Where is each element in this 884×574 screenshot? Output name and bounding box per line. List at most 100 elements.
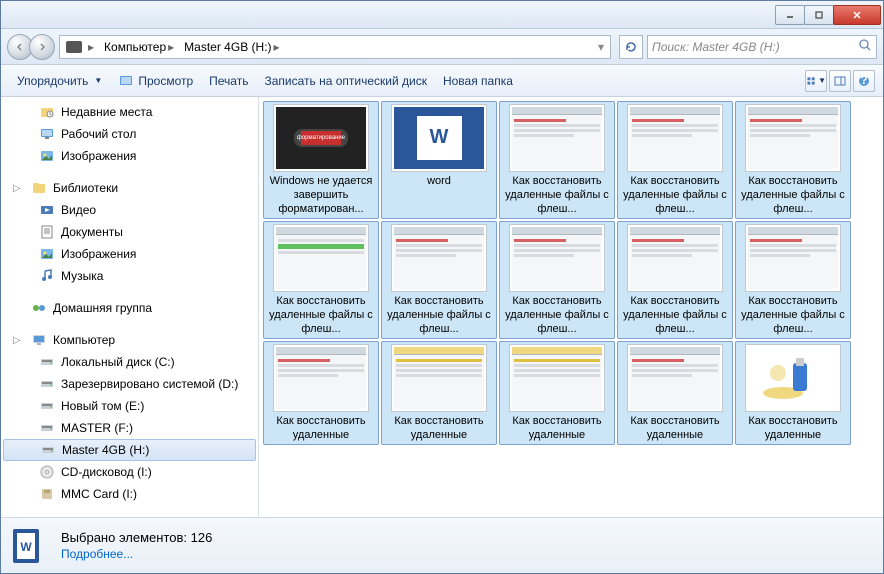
file-thumbnail [391,224,487,292]
hdd-icon [39,354,55,370]
file-thumbnail [509,104,605,172]
file-item[interactable]: Как восстановить удаленные [381,341,497,445]
search-icon [858,38,872,55]
close-button[interactable] [833,5,881,25]
file-thumbnail [509,224,605,292]
desktop-icon [39,126,55,142]
breadcrumb[interactable]: ▸ Компьютер▸ Master 4GB (H:)▸ ▾ [59,35,611,59]
file-thumbnail [745,224,841,292]
toolbar: Упорядочить▼ Просмотр Печать Записать на… [1,65,883,97]
docs-icon [39,224,55,240]
view-button[interactable]: ▼ [805,70,827,92]
breadcrumb-drive[interactable]: Master 4GB (H:)▸ [180,36,285,58]
details-more-link[interactable]: Подробнее... [61,547,212,561]
recent-icon [39,104,55,120]
drive-icon [66,41,82,53]
sidebar-drive-item[interactable]: Новый том (E:) [1,395,258,417]
help-button[interactable]: ? [853,70,875,92]
word-icon: W [9,525,51,567]
file-thumbnail [745,344,841,412]
navbar: ▸ Компьютер▸ Master 4GB (H:)▸ ▾ Поиск: M… [1,29,883,65]
file-item[interactable]: Как восстановить удаленные файлы с флеш.… [499,101,615,219]
file-item[interactable]: Как восстановить удаленные файлы с флеш.… [735,221,851,339]
search-placeholder: Поиск: Master 4GB (H:) [652,40,780,54]
svg-text:?: ? [860,74,867,87]
sidebar-item[interactable]: Документы [1,221,258,243]
preview-pane-button[interactable] [829,70,851,92]
dropdown-icon[interactable]: ▾ [594,40,608,54]
hdd-icon [39,420,55,436]
maximize-button[interactable] [804,5,834,25]
breadcrumb-root[interactable]: ▸ [62,36,100,58]
file-item[interactable]: Как восстановить удаленные файлы с флеш.… [735,101,851,219]
file-label: Как восстановить удаленные файлы с флеш.… [620,294,730,336]
hdd-icon [39,376,55,392]
details-pane: W Выбрано элементов: 126 Подробнее... [1,517,883,573]
file-thumbnail [745,104,841,172]
file-thumbnail [627,344,723,412]
minimize-button[interactable] [775,5,805,25]
details-title: Выбрано элементов: 126 [61,530,212,545]
sidebar-item[interactable]: Видео [1,199,258,221]
file-label: Как восстановить удаленные [384,414,494,442]
file-item[interactable]: Как восстановить удаленные файлы с флеш.… [499,221,615,339]
file-item[interactable]: Как восстановить удаленные файлы с флеш.… [263,221,379,339]
file-label: Как восстановить удаленные файлы с флеш.… [738,174,848,216]
file-label: Как восстановить удаленные файлы с флеш.… [384,294,494,336]
cd-icon [39,464,55,480]
sidebar-homegroup[interactable]: Домашняя группа [1,297,258,319]
file-label: Как восстановить удаленные файлы с флеш.… [266,294,376,336]
preview-button[interactable]: Просмотр [110,69,201,93]
refresh-button[interactable] [619,35,643,59]
file-label: word [425,174,453,188]
hdd-icon [39,398,55,414]
file-label: Как восстановить удаленные файлы с флеш.… [738,294,848,336]
forward-button[interactable] [29,34,55,60]
mmc-icon [39,486,55,502]
sidebar: Недавние местаРабочий столИзображения ▷Б… [1,97,259,517]
file-label: Как восстановить удаленные [738,414,848,442]
file-item[interactable]: Как восстановить удаленные [617,341,733,445]
sidebar-drive-item[interactable]: MASTER (F:) [1,417,258,439]
file-label: Как восстановить удаленные [620,414,730,442]
file-label: Как восстановить удаленные [266,414,376,442]
organize-button[interactable]: Упорядочить▼ [9,70,110,92]
sidebar-item[interactable]: Музыка [1,265,258,287]
sidebar-drive-item[interactable]: Зарезервировано системой (D:) [1,373,258,395]
sidebar-drive-item[interactable]: Master 4GB (H:) [3,439,256,461]
sidebar-item[interactable]: Недавние места [1,101,258,123]
file-thumbnail [273,344,369,412]
sidebar-drive-item[interactable]: CD-дисковод (I:) [1,461,258,483]
file-thumbnail [509,344,605,412]
file-label: Как восстановить удаленные файлы с флеш.… [502,294,612,336]
file-thumbnail [391,344,487,412]
sidebar-item[interactable]: Рабочий стол [1,123,258,145]
file-label: Как восстановить удаленные [502,414,612,442]
pictures-icon [39,148,55,164]
search-input[interactable]: Поиск: Master 4GB (H:) [647,35,877,59]
burn-button[interactable]: Записать на оптический диск [256,70,435,92]
file-label: Windows не удается завершить форматирова… [266,174,376,216]
sidebar-item[interactable]: Изображения [1,145,258,167]
sidebar-drive-item[interactable]: MMC Card (I:) [1,483,258,505]
titlebar [1,1,883,29]
file-item[interactable]: форматированиеWindows не удается заверши… [263,101,379,219]
sidebar-libraries[interactable]: ▷Библиотеки [1,177,258,199]
file-item[interactable]: Как восстановить удаленные [735,341,851,445]
breadcrumb-computer[interactable]: Компьютер▸ [100,36,180,58]
file-item[interactable]: Как восстановить удаленные файлы с флеш.… [617,101,733,219]
file-item[interactable]: Wword [381,101,497,219]
sidebar-item[interactable]: Изображения [1,243,258,265]
file-item[interactable]: Как восстановить удаленные файлы с флеш.… [617,221,733,339]
sidebar-computer[interactable]: ▷Компьютер [1,329,258,351]
content-area: Недавние местаРабочий столИзображения ▷Б… [1,97,883,517]
file-item[interactable]: Как восстановить удаленные [499,341,615,445]
sidebar-drive-item[interactable]: Локальный диск (C:) [1,351,258,373]
file-label: Как восстановить удаленные файлы с флеш.… [502,174,612,216]
print-button[interactable]: Печать [201,70,256,92]
file-item[interactable]: Как восстановить удаленные файлы с флеш.… [381,221,497,339]
file-label: Как восстановить удаленные файлы с флеш.… [620,174,730,216]
newfolder-button[interactable]: Новая папка [435,70,521,92]
file-thumbnail: W [391,104,487,172]
file-item[interactable]: Как восстановить удаленные [263,341,379,445]
